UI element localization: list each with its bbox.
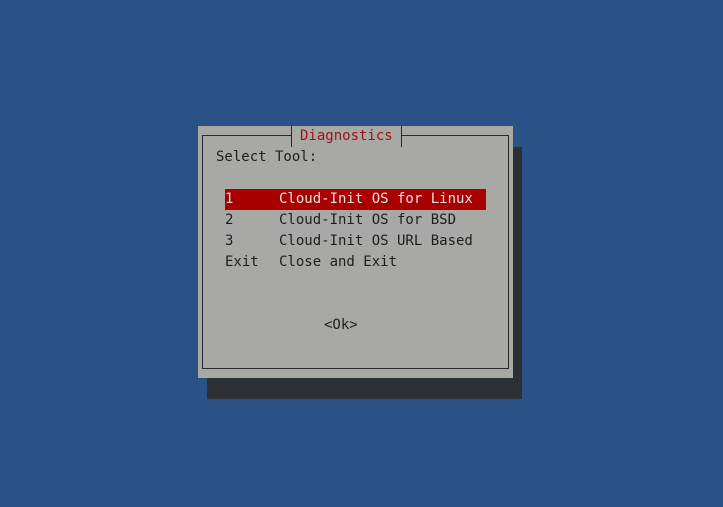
menu-item-tag: 3 [225,233,234,249]
menu-item-tag: Exit [225,254,259,270]
menu-item-label: Cloud-Init OS URL Based [279,233,473,249]
menu-item-exit[interactable]: Exit Close and Exit [225,252,486,273]
diagnostics-dialog: Diagnostics Select Tool: 1 Cloud-Init OS… [198,126,513,378]
menu-item-tag: 1 [225,191,234,207]
menu-item-url-based[interactable]: 3 Cloud-Init OS URL Based [225,231,486,252]
tool-menu: 1 Cloud-Init OS for Linux 2 Cloud-Init O… [225,189,486,273]
select-tool-prompt: Select Tool: [216,149,318,165]
menu-item-bsd[interactable]: 2 Cloud-Init OS for BSD [225,210,486,231]
menu-item-label: Cloud-Init OS for Linux [279,191,473,207]
menu-item-linux[interactable]: 1 Cloud-Init OS for Linux [225,189,486,210]
dialog-title: Diagnostics [291,126,402,147]
menu-item-label: Close and Exit [279,254,398,270]
menu-item-label: Cloud-Init OS for BSD [279,212,457,228]
menu-item-tag: 2 [225,212,234,228]
ok-button[interactable]: <Ok> [324,315,358,336]
